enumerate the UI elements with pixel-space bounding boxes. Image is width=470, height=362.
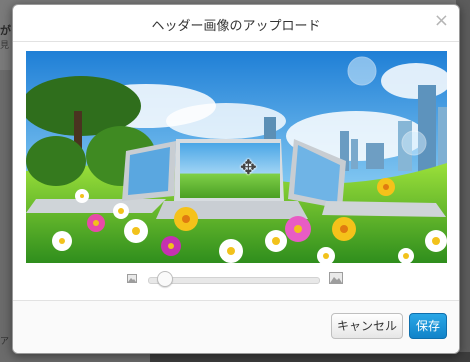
close-icon[interactable]: × [434,12,449,30]
dialog-header: ヘッダー画像のアップロード × [13,5,459,42]
background-text: が [0,24,11,37]
zoom-slider-row [13,268,459,292]
header-image-preview [26,51,447,263]
dialog-title: ヘッダー画像のアップロード [151,19,321,34]
zoom-slider-track[interactable] [148,277,320,284]
zoom-slider-handle[interactable] [157,271,174,287]
save-button[interactable]: 保存 [409,313,447,339]
image-large-icon[interactable] [329,272,343,284]
image-crop-area[interactable]: ✥ [26,51,447,263]
move-cursor-icon: ✥ [240,155,257,179]
dialog-footer: キャンセル 保存 [13,300,459,353]
image-small-icon[interactable] [127,274,137,283]
background-text: ア [0,337,10,347]
background-text: 見 [0,41,10,51]
header-image-upload-dialog: ヘッダー画像のアップロード × ✥ キャンセル 保存 [12,4,460,354]
cancel-button[interactable]: キャンセル [331,313,403,339]
